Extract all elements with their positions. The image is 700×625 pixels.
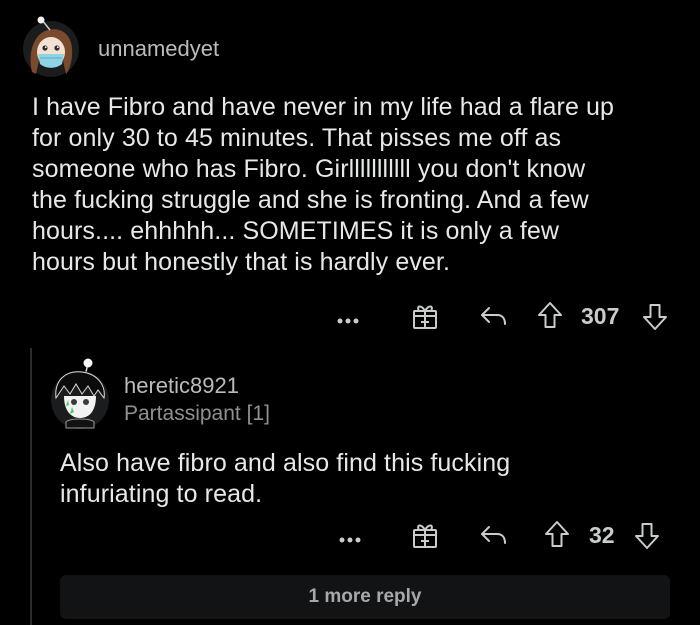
reply-line: infuriating to read. [60,480,263,508]
reply-actions: 32 [338,520,668,550]
comment-line: the fucking struggle and she is fronting… [32,186,589,214]
comment-line: hours.... ehhhhh... SOMETIMES it is only… [32,217,560,245]
user-flair: Partassipant [1] [124,402,270,425]
reply-line: Also have fibro and also find this fucki… [60,449,511,477]
more-replies-button[interactable]: 1 more reply [60,575,670,619]
avatar[interactable] [22,16,80,78]
upvote-arrow-icon[interactable] [544,520,570,553]
downvote-arrow-icon[interactable] [634,522,660,555]
comment-username[interactable]: unnamedyet [98,36,219,62]
reply-arrow-icon[interactable] [479,304,507,333]
thread-line[interactable] [30,348,32,625]
comment-line: I have Fibro and have never in my life h… [32,93,615,121]
upvote-arrow-icon[interactable] [537,301,563,334]
reply-arrow-icon[interactable] [479,523,507,552]
reply-avatar[interactable] [48,358,112,430]
more-options-icon[interactable] [338,531,364,549]
vote-count: 307 [581,303,620,329]
reply-body: Also have fibro and also find this fucki… [60,448,510,510]
downvote-arrow-icon[interactable] [642,303,668,336]
more-replies-label: 1 more reply [308,586,422,607]
comment-line: for only 30 to 45 minutes. That pisses m… [32,124,562,152]
reply-username[interactable]: heretic8921 [124,373,239,399]
vote-count: 32 [589,522,615,548]
gift-award-icon[interactable] [412,302,438,335]
comment-line: someone who has Fibro. Girlllllllllll yo… [32,155,586,183]
comment-body: I have Fibro and have never in my life h… [32,92,614,278]
more-options-icon[interactable] [336,312,362,330]
comment-line: hours but honestly that is hardly ever. [32,248,451,276]
gift-award-icon[interactable] [412,521,438,554]
comment-actions: 307 [336,301,676,331]
